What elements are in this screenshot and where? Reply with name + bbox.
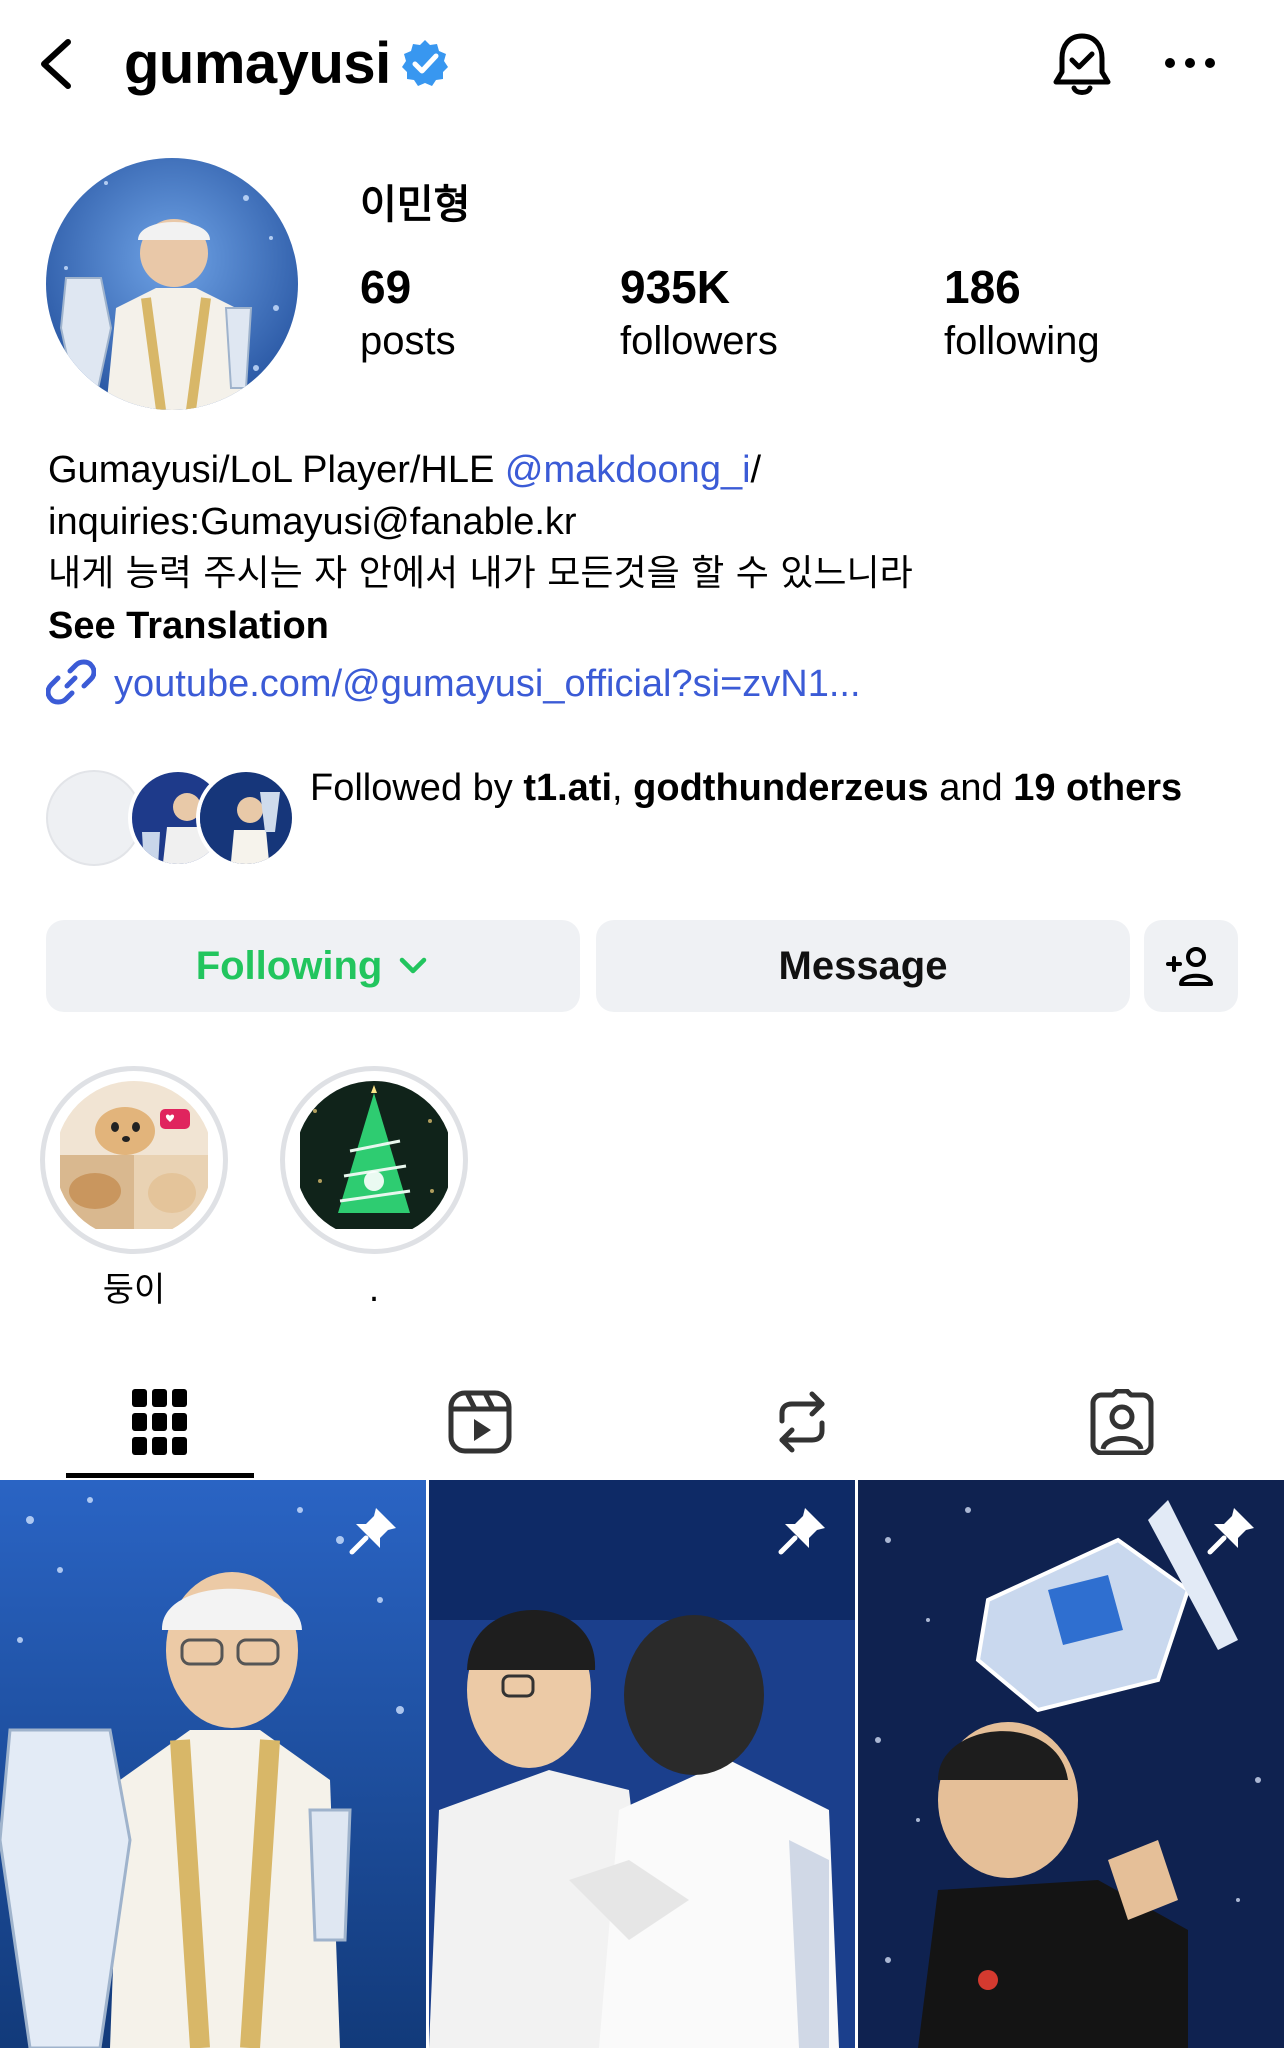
posts-stat[interactable]: 69 posts xyxy=(360,258,456,366)
bio-line-2: inquiries:Gumayusi@fanable.kr xyxy=(48,501,577,543)
following-label: following xyxy=(944,319,1100,363)
follower-avatar-3 xyxy=(196,768,296,868)
message-button-label: Message xyxy=(778,943,948,988)
pinned-icon xyxy=(346,1502,402,1558)
profile-header: gumayusi xyxy=(0,0,1284,130)
following-button-label: Following xyxy=(195,943,383,988)
posts-grid xyxy=(0,1480,1284,2048)
story-highlight[interactable]: 둥이 xyxy=(40,1066,228,1312)
profile-tabs xyxy=(0,1368,1284,1480)
add-person-icon xyxy=(1165,944,1217,988)
posts-count: 69 xyxy=(360,261,412,313)
tagged-person-icon xyxy=(1089,1389,1155,1455)
bio-text: Gumayusi/LoL Player/HLE xyxy=(48,449,505,491)
highlight-ring xyxy=(280,1066,468,1254)
following-button[interactable]: Following xyxy=(46,920,580,1012)
bio: Gumayusi/LoL Player/HLE @makdoong_i/ inq… xyxy=(48,444,1248,652)
verified-badge-icon xyxy=(400,38,450,88)
reels-tab[interactable] xyxy=(440,1382,520,1462)
highlight-label: . xyxy=(368,1270,380,1310)
followers-stat[interactable]: 935K followers xyxy=(620,258,778,366)
following-stat[interactable]: 186 following xyxy=(944,258,1100,366)
more-options-icon[interactable] xyxy=(1160,38,1220,88)
back-arrow-icon[interactable] xyxy=(30,28,90,100)
following-count: 186 xyxy=(944,261,1021,313)
notification-bell-icon[interactable] xyxy=(1048,30,1116,100)
follower-name-1[interactable]: t1.ati xyxy=(523,767,612,809)
followed-by-text[interactable]: Followed by t1.ati, godthunderzeus and 1… xyxy=(310,762,1230,815)
post-thumbnail[interactable] xyxy=(429,1480,855,2048)
grid-icon xyxy=(132,1389,188,1455)
story-highlight[interactable]: . xyxy=(280,1066,468,1312)
see-translation-link[interactable]: See Translation xyxy=(48,600,1248,652)
pinned-icon xyxy=(775,1502,831,1558)
posts-label: posts xyxy=(360,319,456,363)
chevron-down-icon xyxy=(396,949,430,983)
reposts-tab[interactable] xyxy=(762,1382,842,1462)
bio-line-1: Gumayusi/LoL Player/HLE @makdoong_i/ xyxy=(48,444,1248,496)
bio-slash: / xyxy=(750,449,762,491)
profile-avatar[interactable] xyxy=(46,158,298,410)
suggested-users-button[interactable] xyxy=(1144,920,1238,1012)
bio-line-3: 내게 능력 주시는 자 안에서 내가 모든것을 할 수 있느니라 xyxy=(48,553,913,594)
external-link[interactable]: youtube.com/@gumayusi_official?si=zvN1..… xyxy=(45,656,861,712)
display-name: 이민형 xyxy=(360,182,471,228)
follower-name-2[interactable]: godthunderzeus xyxy=(633,767,929,809)
post-thumbnail[interactable] xyxy=(0,1480,426,2048)
grid-tab[interactable] xyxy=(120,1382,200,1462)
followed-by-others[interactable]: 19 others xyxy=(1013,767,1182,809)
followed-by-and: and xyxy=(928,767,1014,809)
bio-mention-link[interactable]: @makdoong_i xyxy=(505,449,751,491)
followers-label: followers xyxy=(620,319,778,363)
followed-by-prefix: Followed by xyxy=(310,767,524,809)
active-tab-indicator xyxy=(66,1473,254,1478)
post-thumbnail[interactable] xyxy=(858,1480,1284,2048)
highlight-cover-tree xyxy=(295,1081,453,1239)
tagged-tab[interactable] xyxy=(1082,1382,1162,1462)
followers-count: 935K xyxy=(620,261,730,313)
link-text[interactable]: youtube.com/@gumayusi_official?si=zvN1..… xyxy=(114,663,861,706)
link-icon xyxy=(45,657,97,712)
message-button[interactable]: Message xyxy=(596,920,1130,1012)
highlight-cover-dog xyxy=(55,1081,213,1239)
username: gumayusi xyxy=(124,31,391,96)
pinned-icon xyxy=(1204,1502,1260,1558)
reels-icon xyxy=(447,1389,513,1455)
repost-icon xyxy=(772,1389,832,1455)
highlight-label: 둥이 xyxy=(102,1270,166,1310)
highlight-ring xyxy=(40,1066,228,1254)
followed-by-sep: , xyxy=(612,767,634,809)
